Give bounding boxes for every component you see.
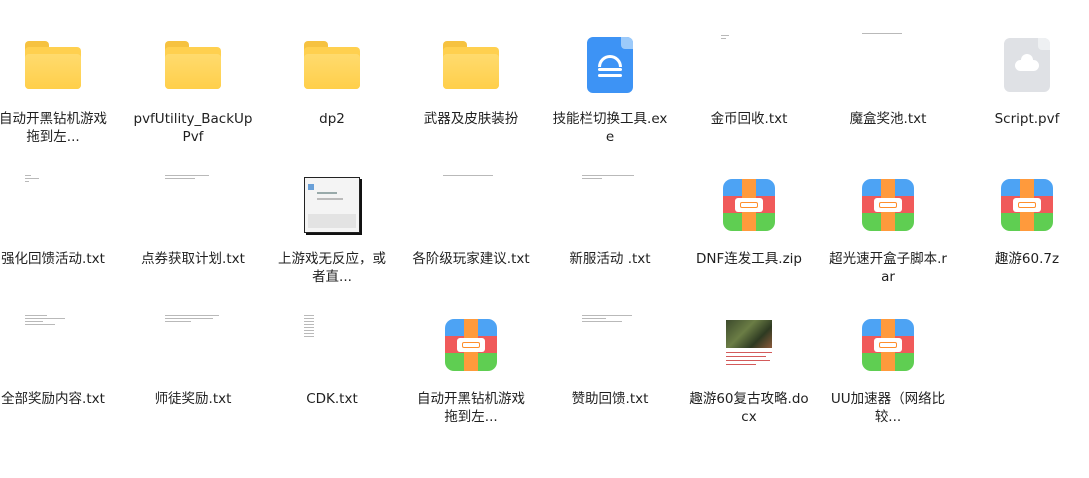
file-item[interactable]: 自动开黑钻机游戏拖到左...: [406, 290, 536, 430]
file-grid: 自动开黑钻机游戏拖到左... pvfUtility_BackUpPvf dp2 …: [0, 0, 1089, 478]
file-item[interactable]: 魔盒奖池.txt: [823, 10, 953, 150]
folder-icon: [158, 30, 228, 100]
file-name: 武器及皮肤装扮: [423, 111, 519, 127]
archive-icon: [992, 170, 1062, 240]
file-name: 全部奖励内容.txt: [1, 391, 105, 407]
archive-icon: [436, 310, 506, 380]
file-name: Script.pvf: [994, 111, 1060, 127]
file-name: UU加速器（网络比较...: [830, 391, 946, 425]
text-file-thumbnail: [714, 30, 784, 100]
file-item[interactable]: 赞助回馈.txt: [545, 290, 675, 430]
file-item[interactable]: CDK.txt: [267, 290, 397, 430]
text-file-thumbnail: [436, 170, 506, 240]
file-name: 金币回收.txt: [710, 111, 788, 127]
file-item[interactable]: 新服活动 .txt: [545, 150, 675, 290]
text-file-thumbnail: [18, 310, 88, 380]
archive-icon: [853, 170, 923, 240]
archive-icon: [853, 310, 923, 380]
file-name: dp2: [319, 111, 345, 127]
file-name: CDK.txt: [306, 391, 358, 407]
folder-icon: [436, 30, 506, 100]
file-item[interactable]: 趣游60复古攻略.docx: [684, 290, 814, 430]
file-name: 各阶级玩家建议.txt: [412, 251, 530, 267]
folder-icon: [18, 30, 88, 100]
file-item[interactable]: UU加速器（网络比较...: [823, 290, 953, 430]
file-item[interactable]: 全部奖励内容.txt: [0, 290, 118, 430]
image-thumbnail: [297, 170, 367, 240]
file-name: 点券获取计划.txt: [141, 251, 245, 267]
text-file-thumbnail: [575, 170, 645, 240]
text-file-thumbnail: [853, 30, 923, 100]
text-file-thumbnail: [158, 310, 228, 380]
file-item[interactable]: DNF连发工具.zip: [684, 150, 814, 290]
file-name: 趣游60复古攻略.docx: [689, 391, 809, 425]
file-item[interactable]: 金币回收.txt: [684, 10, 814, 150]
file-name: 新服活动 .txt: [569, 251, 651, 267]
file-item[interactable]: 上游戏无反应，或者直...: [267, 150, 397, 290]
document-thumbnail: [714, 310, 784, 380]
file-item[interactable]: 超光速开盒子脚本.rar: [823, 150, 953, 290]
folder-icon: [297, 30, 367, 100]
exe-icon: [575, 30, 645, 100]
file-name: 自动开黑钻机游戏拖到左...: [417, 391, 525, 425]
file-name: 超光速开盒子脚本.rar: [829, 251, 947, 285]
file-name: 魔盒奖池.txt: [849, 111, 927, 127]
file-item[interactable]: Script.pvf: [962, 10, 1089, 150]
file-name: DNF连发工具.zip: [696, 251, 802, 267]
file-item[interactable]: 武器及皮肤装扮: [406, 10, 536, 150]
text-file-thumbnail: [158, 170, 228, 240]
file-item[interactable]: 师徒奖励.txt: [128, 290, 258, 430]
file-item[interactable]: dp2: [267, 10, 397, 150]
unknown-file-icon: [992, 30, 1062, 100]
file-name: 强化回馈活动.txt: [1, 251, 105, 267]
file-name: 技能栏切换工具.exe: [552, 111, 668, 145]
file-item[interactable]: pvfUtility_BackUpPvf: [128, 10, 258, 150]
file-name: 自动开黑钻机游戏拖到左...: [0, 111, 107, 145]
file-item[interactable]: 技能栏切换工具.exe: [545, 10, 675, 150]
file-name: 上游戏无反应，或者直...: [278, 251, 386, 285]
file-name: 师徒奖励.txt: [154, 391, 232, 407]
file-item[interactable]: 趣游60.7z: [962, 150, 1089, 290]
archive-icon: [714, 170, 784, 240]
text-file-thumbnail: [575, 310, 645, 380]
file-item[interactable]: 点券获取计划.txt: [128, 150, 258, 290]
file-item[interactable]: 各阶级玩家建议.txt: [406, 150, 536, 290]
file-name: 趣游60.7z: [994, 251, 1060, 267]
text-file-thumbnail: [18, 170, 88, 240]
file-item[interactable]: 强化回馈活动.txt: [0, 150, 118, 290]
file-item[interactable]: 自动开黑钻机游戏拖到左...: [0, 10, 118, 150]
file-name: 赞助回馈.txt: [571, 391, 649, 407]
text-file-thumbnail: [297, 310, 367, 380]
file-name: pvfUtility_BackUpPvf: [133, 111, 253, 145]
